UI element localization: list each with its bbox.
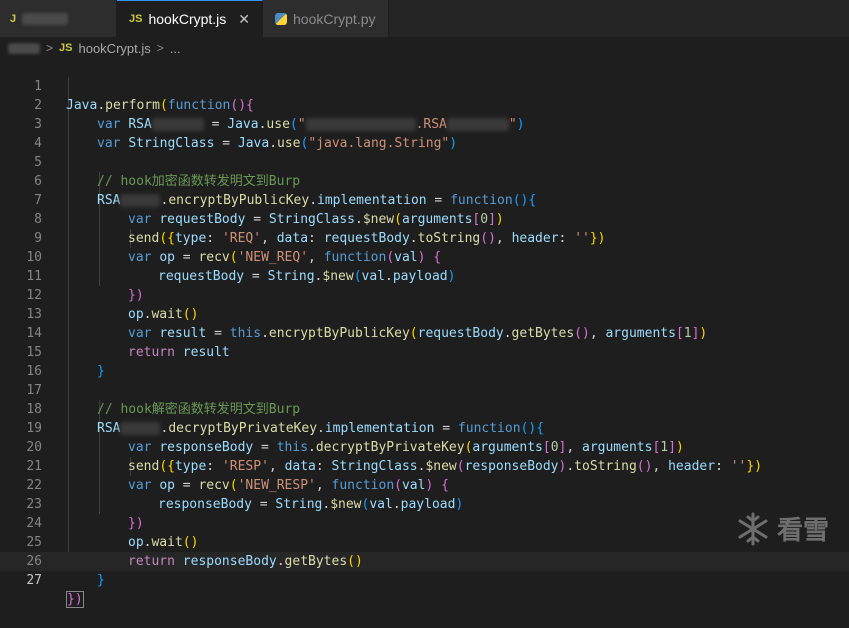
watermark: 看雪 [735,510,829,547]
code-line: 24 op.wait() [0,495,849,550]
folder-blurred[interactable] [8,42,40,54]
breadcrumb-file[interactable]: hookCrypt.js [78,41,150,56]
python-file-icon [275,12,288,25]
js-file-icon: JS [129,13,143,25]
js-file-icon: JS [59,42,73,54]
code-line: 25 return responseBody.getBytes() [0,514,849,569]
code-line: 20 send({type: 'RESP', data: StringClass… [0,419,849,474]
line-number: 27 [26,573,42,588]
code-line: 21 var op = recv('NEW_RESP', function(va… [0,438,849,493]
code-line: 11 }) [0,248,849,303]
code-line: 4 [0,115,849,151]
code-line: 14 return result [0,305,849,360]
code-line: 26 } [0,533,849,588]
breadcrumb: > JS hookCrypt.js > ... [0,38,849,58]
code-line: 18 RSA .decryptByPrivateKey.implementatio… [0,381,849,436]
code-line: 8 send({type: 'REQ', data: requestBody.t… [0,191,849,246]
code-text: }) [66,591,84,608]
close-icon[interactable]: ✕ [238,11,250,28]
code-line: 5 // hook加密函数转发明文到Burp [0,134,849,189]
js-file-icon: J [10,12,17,25]
code-line: 19 var responseBody = this.decryptByPriv… [0,400,849,455]
tab-label: hookCrypt.py [293,10,376,27]
tab-label: hookCrypt.js [148,11,227,27]
code-line: 13 var result = this.encryptByPublicKey(… [0,286,849,341]
tab-hookcrypt-py[interactable]: hookCrypt.py [263,0,389,37]
tab-first-file[interactable]: J [0,0,117,37]
code-text: } [97,573,105,588]
code-line: 17 // hook解密函数转发明文到Burp [0,362,849,417]
code-line: 27 }) [0,552,849,608]
code-editor[interactable]: 1 Java.perform(function(){ 2 var RSA = J… [0,58,849,608]
code-line: 3 var StringClass = Java.use("java.lang.… [0,96,849,151]
code-line: 15 } [0,324,849,379]
code-line: 23 }) [0,476,849,531]
code-line: 7 var requestBody = StringClass.$new(arg… [0,172,849,227]
code-line: 6 RSA .encryptByPublicKey.implementation … [0,153,849,208]
snowflake-icon [738,512,768,545]
code-line: 22 responseBody = String.$new(val.payloa… [0,457,849,512]
chevron-right-icon: > [46,41,54,55]
breadcrumb-more[interactable]: ... [170,41,181,56]
code-line: 16 [0,343,849,379]
chevron-right-icon: > [156,41,164,55]
code-line: 12 op.wait() [0,267,849,322]
blurred-tab-name [22,12,69,25]
watermark-text: 看雪 [776,516,829,546]
code-line: 1 Java.perform(function(){ [0,58,849,113]
code-line: 9 var op = recv('NEW_REQ', function(val)… [0,210,849,265]
code-line: 2 var RSA = Java.use(" .RSA ") [0,77,849,132]
tab-hookcrypt-js[interactable]: JS hookCrypt.js ✕ [117,0,264,37]
tab-bar: J JS hookCrypt.js ✕ hookCrypt.py [0,0,849,38]
code-line: 10 requestBody = String.$new(val.payload… [0,229,849,284]
